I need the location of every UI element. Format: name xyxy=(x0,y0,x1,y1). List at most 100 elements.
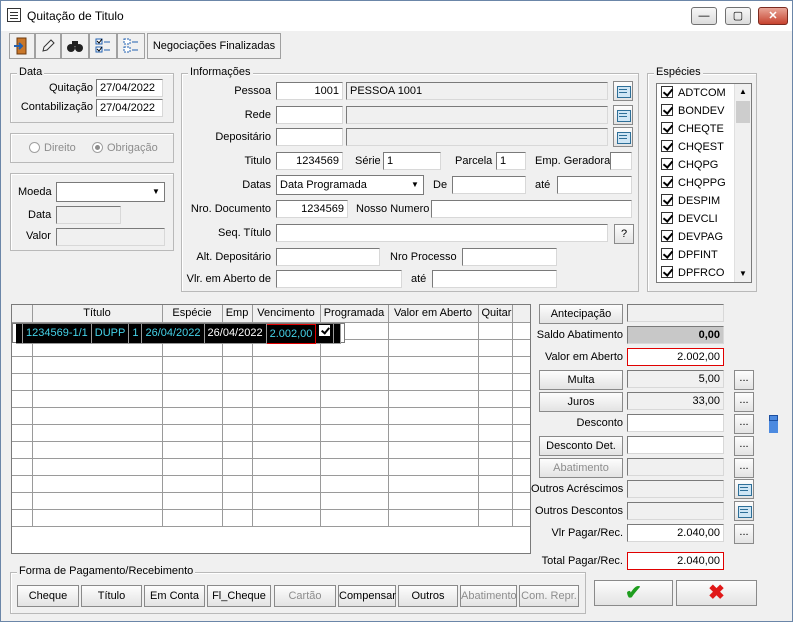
pay-compensar-button[interactable]: Compensar xyxy=(338,585,396,607)
cell-valor[interactable]: 2.002,00 xyxy=(265,323,317,344)
alt-depositario-field[interactable] xyxy=(276,248,380,266)
grid-header-quitar[interactable]: Quitar xyxy=(478,305,513,323)
pessoa-code-field[interactable]: 1001 xyxy=(276,82,343,100)
confirm-check-icon[interactable]: ✔ xyxy=(594,580,673,606)
acrescimos-list-button[interactable] xyxy=(734,479,754,499)
especies-scrollbar[interactable]: ▲ ▼ xyxy=(734,84,751,282)
depositario-lookup-button[interactable] xyxy=(613,127,633,147)
abatimento-dots-button[interactable]: ... xyxy=(734,458,754,478)
vlr-pagar-label: Vlr Pagar/Rec. xyxy=(551,527,623,539)
data-de-field[interactable] xyxy=(452,176,526,194)
cell-vencimento[interactable]: 26/04/2022 xyxy=(141,324,205,344)
cell-quitar[interactable] xyxy=(315,324,335,344)
checkbox-icon[interactable] xyxy=(661,212,673,224)
desconto-det-button[interactable]: Desconto Det. xyxy=(539,436,623,456)
especies-list[interactable]: ADTCOM BONDEV CHEQTE CHQEST CHQPG CHQPPG… xyxy=(656,83,752,283)
descontos-list-button[interactable] xyxy=(734,501,754,521)
vlr-aberto-ate-field[interactable] xyxy=(432,270,557,288)
seq-titulo-field[interactable] xyxy=(276,224,608,242)
quitar-checkbox-icon[interactable] xyxy=(319,325,331,337)
checkbox-icon[interactable] xyxy=(661,158,673,170)
depositario-code-field[interactable] xyxy=(276,128,343,146)
minimize-button[interactable]: — xyxy=(691,7,717,25)
juros-button[interactable]: Juros xyxy=(539,392,623,412)
valor-aberto-field[interactable]: 2.002,00 xyxy=(627,348,724,366)
desconto-det-dots-button[interactable]: ... xyxy=(734,436,754,456)
exit-door-button[interactable] xyxy=(9,33,35,59)
grid-header-titulo[interactable]: Título xyxy=(32,305,163,323)
desconto-det-field[interactable] xyxy=(627,436,724,454)
titulo-field[interactable]: 1234569 xyxy=(276,152,343,170)
unselect-all-button[interactable] xyxy=(117,33,145,59)
juros-dots-button[interactable]: ... xyxy=(734,392,754,412)
grid-header-valor[interactable]: Valor em Aberto xyxy=(388,305,479,323)
obrigacao-radio[interactable]: Obrigação xyxy=(92,142,158,154)
scroll-down-icon[interactable]: ▼ xyxy=(735,266,751,282)
emp-geradora-field[interactable] xyxy=(610,152,632,170)
checkbox-icon[interactable] xyxy=(661,122,673,134)
pay-cartao-button[interactable]: Cartão xyxy=(274,585,336,607)
multa-button[interactable]: Multa xyxy=(539,370,623,390)
contabilizacao-date-field[interactable]: 27/04/2022 xyxy=(96,99,163,117)
rede-code-field[interactable] xyxy=(276,106,343,124)
select-all-button[interactable] xyxy=(89,33,117,59)
parcela-field[interactable]: 1 xyxy=(496,152,526,170)
pay-titulo-button[interactable]: Título xyxy=(81,585,142,607)
table-row xyxy=(12,356,530,374)
quitacao-date-field[interactable]: 27/04/2022 xyxy=(96,79,163,97)
antecipacao-button[interactable]: Antecipação xyxy=(539,304,623,324)
cancel-x-icon[interactable]: ✖ xyxy=(676,580,757,606)
desconto-field[interactable] xyxy=(627,414,724,432)
negociacoes-finalizadas-button[interactable]: Negociações Finalizadas xyxy=(147,33,281,59)
close-button[interactable]: ✕ xyxy=(758,7,788,25)
checkbox-icon[interactable] xyxy=(661,266,673,278)
nro-documento-field[interactable]: 1234569 xyxy=(276,200,348,218)
multa-dots-button[interactable]: ... xyxy=(734,370,754,390)
abatimento-button[interactable]: Abatimento xyxy=(539,458,623,478)
serie-field[interactable]: 1 xyxy=(383,152,441,170)
cell-especie[interactable]: DUPP xyxy=(91,324,130,344)
scroll-thumb[interactable] xyxy=(736,101,750,123)
desconto-dots-button[interactable]: ... xyxy=(734,414,754,434)
checkbox-icon[interactable] xyxy=(661,194,673,206)
search-button[interactable] xyxy=(61,33,89,59)
nosso-numero-field[interactable] xyxy=(431,200,632,218)
pay-fl-cheque-button[interactable]: Fl_Cheque xyxy=(207,585,271,607)
pay-outros-button[interactable]: Outros xyxy=(398,585,458,607)
checkbox-icon[interactable] xyxy=(661,140,673,152)
maximize-button[interactable]: ▢ xyxy=(725,7,751,25)
data-ate-field[interactable] xyxy=(557,176,632,194)
seq-help-button[interactable]: ? xyxy=(614,224,634,244)
nro-processo-field[interactable] xyxy=(462,248,557,266)
vlr-pagar-dots-button[interactable]: ... xyxy=(734,524,754,544)
datas-select[interactable]: Data Programada ▼ xyxy=(276,175,424,195)
grid-header-especie[interactable]: Espécie xyxy=(162,305,223,323)
table-row-selected[interactable]: 1234569-1/1 DUPP 1 26/04/2022 26/04/2022… xyxy=(12,322,346,344)
checkbox-icon[interactable] xyxy=(661,248,673,260)
pay-com-repr-button[interactable]: Com. Repr. xyxy=(519,585,579,607)
direito-radio[interactable]: Direito xyxy=(29,142,76,154)
cell-programada[interactable]: 26/04/2022 xyxy=(204,324,267,344)
edit-button[interactable] xyxy=(35,33,61,59)
moeda-select[interactable]: ▼ xyxy=(56,182,165,202)
pessoa-lookup-button[interactable] xyxy=(613,81,633,101)
rede-lookup-button[interactable] xyxy=(613,105,633,125)
checkbox-icon[interactable] xyxy=(661,104,673,116)
scroll-up-icon[interactable]: ▲ xyxy=(735,84,751,100)
table-row xyxy=(12,492,530,510)
grid-header-vencimento[interactable]: Vencimento xyxy=(252,305,321,323)
checkbox-icon[interactable] xyxy=(661,86,673,98)
titulos-grid[interactable]: Título Espécie Emp Vencimento Programada… xyxy=(11,304,531,554)
pay-abatimento-button[interactable]: Abatimento xyxy=(460,585,517,607)
vlr-pagar-field[interactable]: 2.040,00 xyxy=(627,524,724,542)
cell-titulo[interactable]: 1234569-1/1 xyxy=(22,324,92,344)
pay-cheque-button[interactable]: Cheque xyxy=(17,585,79,607)
grid-header-programada[interactable]: Programada xyxy=(320,305,389,323)
checkbox-icon[interactable] xyxy=(661,176,673,188)
tree-icon[interactable] xyxy=(762,413,784,433)
cell-emp[interactable]: 1 xyxy=(128,324,143,344)
vlr-aberto-de-field[interactable] xyxy=(276,270,402,288)
pay-em-conta-button[interactable]: Em Conta xyxy=(144,585,205,607)
grid-header-emp[interactable]: Emp xyxy=(222,305,253,323)
checkbox-icon[interactable] xyxy=(661,230,673,242)
